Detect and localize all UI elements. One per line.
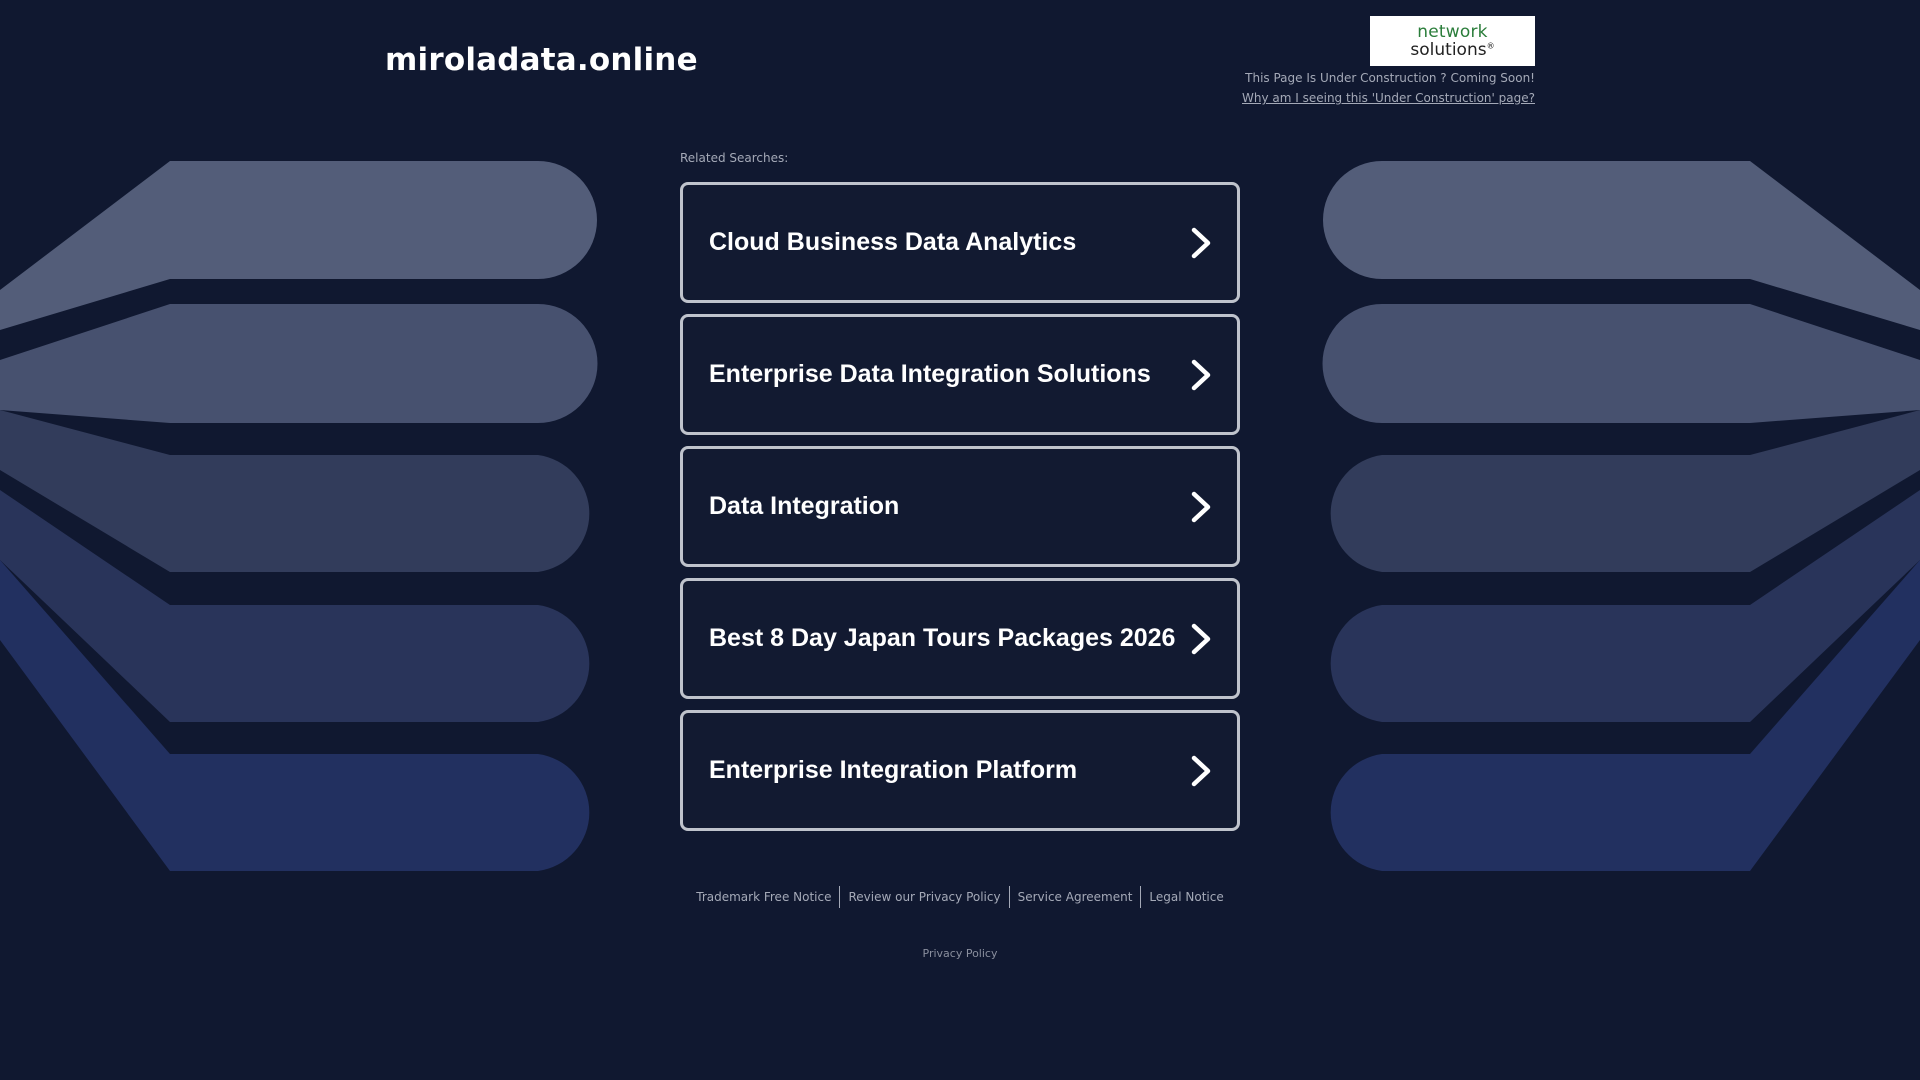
logo-line2-text: solutions — [1410, 39, 1487, 60]
related-search-title: Cloud Business Data Analytics — [709, 228, 1077, 256]
domain-title: miroladata.online — [385, 42, 698, 78]
related-search-item[interactable]: Best 8 Day Japan Tours Packages 2026 — [680, 578, 1240, 699]
related-search-title: Enterprise Data Integration Solutions — [709, 360, 1151, 388]
network-solutions-logo[interactable]: network solutions® — [1370, 16, 1535, 66]
chevron-right-icon — [1191, 491, 1211, 522]
chevron-right-icon — [1191, 359, 1211, 390]
logo-line1: network — [1417, 21, 1488, 42]
related-searches-label: Related Searches: — [680, 151, 789, 165]
footer-link-trademark[interactable]: Trademark Free Notice — [688, 886, 841, 908]
footer-link-service-agreement[interactable]: Service Agreement — [1010, 886, 1142, 908]
related-search-title: Data Integration — [709, 492, 900, 520]
related-search-item[interactable]: Cloud Business Data Analytics — [680, 182, 1240, 303]
related-search-title: Enterprise Integration Platform — [709, 756, 1078, 784]
related-search-item[interactable]: Enterprise Data Integration Solutions — [680, 314, 1240, 435]
related-searches-list: Cloud Business Data Analytics Enterprise… — [680, 182, 1240, 842]
logo-registered-mark: ® — [1486, 40, 1495, 50]
logo-line2: solutions® — [1410, 39, 1495, 60]
related-search-item[interactable]: Enterprise Integration Platform — [680, 710, 1240, 831]
chevron-right-icon — [1191, 227, 1211, 258]
related-search-item[interactable]: Data Integration — [680, 446, 1240, 567]
why-under-construction-link[interactable]: Why am I seeing this 'Under Construction… — [1242, 91, 1535, 105]
footer-link-legal-notice[interactable]: Legal Notice — [1141, 886, 1231, 908]
privacy-policy-link[interactable]: Privacy Policy — [0, 947, 1920, 960]
chevron-right-icon — [1191, 755, 1211, 786]
related-search-title: Best 8 Day Japan Tours Packages 2026 — [709, 624, 1176, 652]
footer-links: Trademark Free Notice Review our Privacy… — [0, 886, 1920, 908]
chevron-right-icon — [1191, 623, 1211, 654]
footer-link-privacy-review[interactable]: Review our Privacy Policy — [840, 886, 1010, 908]
under-construction-notice: This Page Is Under Construction ? Coming… — [1245, 71, 1535, 85]
